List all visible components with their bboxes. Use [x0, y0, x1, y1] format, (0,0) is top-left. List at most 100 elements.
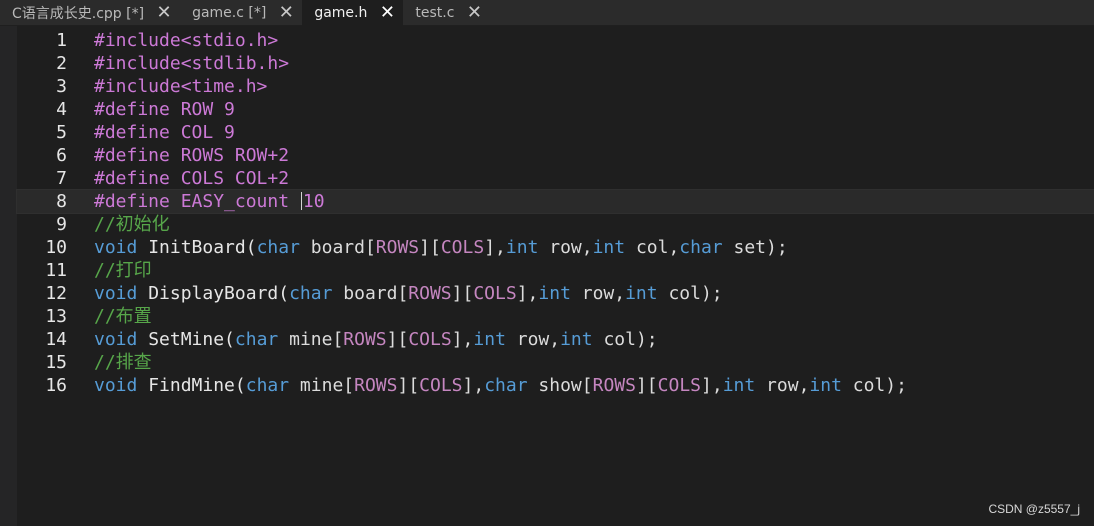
code-token: 10 — [302, 191, 325, 212]
line-number: 13 — [45, 306, 67, 327]
tab-c-yuyan-chengzhangshi-cpp[interactable]: C语言成长史.cpp [*] ✕ — [0, 0, 180, 26]
code-line[interactable]: 15 //排查 — [17, 351, 1094, 374]
code-line[interactable]: 11 //打印 — [17, 259, 1094, 282]
code-text[interactable]: //布置 — [94, 305, 1094, 328]
code-token: show[ — [527, 375, 593, 396]
code-text[interactable]: #include<stdio.h> — [94, 29, 1094, 52]
code-token: SetMine( — [137, 329, 235, 350]
tab-label: game.h — [314, 4, 368, 21]
close-icon[interactable]: ✕ — [278, 3, 294, 21]
code-line[interactable]: 16 void FindMine(char mine[ROWS][COLS],ch… — [17, 374, 1094, 397]
code-token: //打印 — [94, 260, 152, 281]
tab-game-h[interactable]: game.h ✕ — [302, 0, 404, 26]
code-token: COLS — [473, 283, 517, 304]
tab-label: test.c — [415, 4, 455, 21]
close-icon[interactable]: ✕ — [156, 3, 172, 21]
code-token: COLS — [657, 375, 702, 396]
code-editor[interactable]: 1 #include<stdio.h> 2 #include<stdlib.h> 3 #i… — [0, 26, 1094, 526]
code-token: ][ — [397, 375, 420, 396]
code-token: InitBoard( — [137, 237, 257, 258]
code-text[interactable]: void DisplayBoard(char board[ROWS][COLS]… — [94, 282, 1094, 305]
code-line[interactable]: 7 #define COLS COL+2 — [17, 167, 1094, 190]
code-text[interactable]: #include<time.h> — [94, 75, 1094, 98]
code-token: int — [505, 237, 539, 258]
tab-game-c[interactable]: game.c [*] ✕ — [180, 0, 302, 26]
code-token: char — [234, 329, 279, 350]
code-line[interactable]: 2 #include<stdlib.h> — [17, 52, 1094, 75]
code-token: mine[ — [278, 329, 344, 350]
line-number: 9 — [56, 214, 67, 235]
code-token: ROWS — [354, 375, 398, 396]
code-token: #define — [94, 145, 170, 166]
code-text[interactable]: //打印 — [94, 259, 1094, 282]
code-area[interactable]: 1 #include<stdio.h> 2 #include<stdlib.h> 3 #i… — [16, 29, 1094, 397]
line-number: 14 — [45, 329, 67, 350]
code-text[interactable]: #define ROWS ROW+2 — [94, 144, 1094, 167]
code-token: ROWS — [375, 237, 420, 258]
code-text[interactable]: #define EASY_count 10 — [94, 190, 1094, 213]
code-token: ], — [484, 237, 506, 258]
code-token: #define — [94, 122, 170, 143]
code-text[interactable]: #define COL 9 — [94, 121, 1094, 144]
code-line[interactable]: 9 //初始化 — [17, 213, 1094, 236]
code-token: col); — [592, 329, 658, 350]
code-token: row, — [538, 237, 593, 258]
code-token: void — [94, 283, 138, 304]
code-text[interactable]: void FindMine(char mine[ROWS][COLS],char… — [94, 374, 1094, 397]
code-token: mine[ — [289, 375, 355, 396]
code-token: col, — [625, 237, 680, 258]
code-line[interactable]: 5 #define COL 9 — [17, 121, 1094, 144]
code-line[interactable]: 6 #define ROWS ROW+2 — [17, 144, 1094, 167]
code-text[interactable]: //初始化 — [94, 213, 1094, 236]
code-text[interactable]: void InitBoard(char board[ROWS][COLS],in… — [94, 236, 1094, 259]
code-token: ROWS — [592, 375, 636, 396]
code-token: ][ — [386, 329, 409, 350]
code-text[interactable]: void SetMine(char mine[ROWS][COLS],int r… — [94, 328, 1094, 351]
tab-test-c[interactable]: test.c ✕ — [403, 0, 490, 26]
code-line[interactable]: 10 void InitBoard(char board[ROWS][COLS],… — [17, 236, 1094, 259]
code-token: #include<stdlib.h> — [94, 53, 290, 74]
code-token: #define — [94, 168, 170, 189]
close-icon[interactable]: ✕ — [466, 3, 482, 21]
code-line[interactable]: 14 void SetMine(char mine[ROWS][COLS],int… — [17, 328, 1094, 351]
line-number: 4 — [56, 99, 67, 120]
code-token: //布置 — [94, 306, 152, 327]
code-line[interactable]: 3 #include<time.h> — [17, 75, 1094, 98]
code-token: row, — [755, 375, 810, 396]
code-line[interactable]: 12 void DisplayBoard(char board[ROWS][COL… — [17, 282, 1094, 305]
line-number: 15 — [45, 352, 67, 373]
code-line[interactable]: 8 #define EASY_count 10 — [16, 189, 1094, 214]
code-token: COLS COL+2 — [169, 168, 290, 189]
code-token: COLS — [440, 237, 485, 258]
code-token: ], — [516, 283, 539, 304]
code-token: int — [560, 329, 593, 350]
editor-gutter — [0, 26, 17, 526]
code-line[interactable]: 4 #define ROW 9 — [17, 98, 1094, 121]
code-token: int — [592, 237, 626, 258]
code-token: board[ — [332, 283, 409, 304]
code-token: //排查 — [94, 352, 152, 373]
tab-label: C语言成长史.cpp [*] — [12, 5, 145, 22]
line-number: 11 — [45, 260, 67, 281]
code-token: int — [473, 329, 506, 350]
code-text[interactable]: //排查 — [94, 351, 1094, 374]
code-text[interactable]: #include<stdlib.h> — [94, 52, 1094, 75]
code-text[interactable]: #define ROW 9 — [94, 98, 1094, 121]
code-token: ][ — [419, 237, 441, 258]
code-line[interactable]: 13 //布置 — [17, 305, 1094, 328]
code-token: void — [94, 329, 138, 350]
code-token: #include<time.h> — [94, 76, 268, 97]
code-token: #define — [94, 191, 170, 212]
line-number: 10 — [45, 237, 67, 258]
code-token: COL 9 — [169, 122, 235, 143]
code-token: ROWS ROW+2 — [169, 145, 290, 166]
code-token: char — [245, 375, 290, 396]
code-token: ROWS — [343, 329, 387, 350]
code-line[interactable]: 1 #include<stdio.h> — [17, 29, 1094, 52]
code-token: ], — [451, 329, 474, 350]
code-token: #define — [94, 99, 170, 120]
code-token: void — [94, 375, 138, 396]
close-icon[interactable]: ✕ — [379, 3, 395, 21]
code-text[interactable]: #define COLS COL+2 — [94, 167, 1094, 190]
code-token: set); — [722, 237, 788, 258]
